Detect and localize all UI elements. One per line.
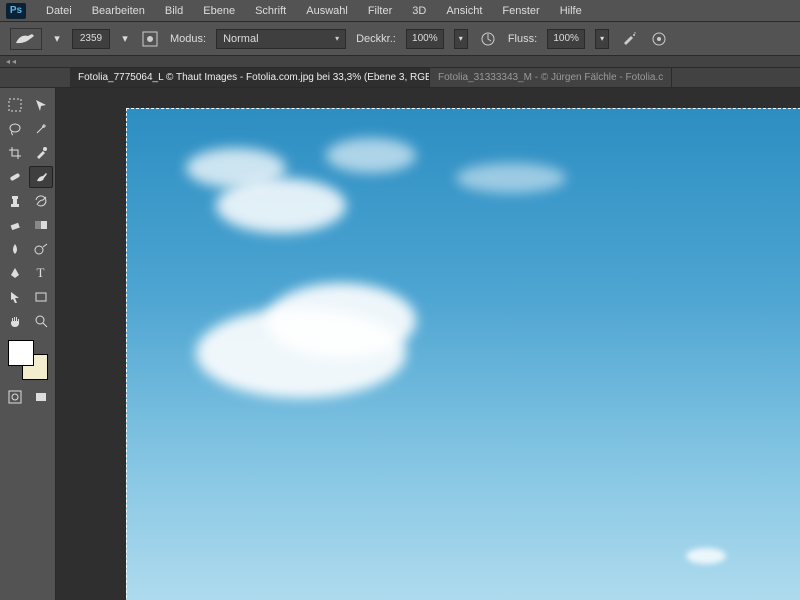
arrow-icon — [8, 290, 22, 304]
workspace: T — [0, 88, 800, 600]
document-canvas[interactable] — [126, 108, 800, 600]
pen-tool[interactable] — [3, 262, 27, 284]
app-logo: Ps — [6, 3, 26, 19]
menu-auswahl[interactable]: Auswahl — [296, 2, 358, 20]
canvas-content — [456, 163, 566, 193]
marquee-icon — [8, 98, 22, 112]
tab-label: Fotolia_31333343_M - © Jürgen Fälchle - … — [438, 72, 663, 83]
history-brush-tool[interactable] — [29, 190, 53, 212]
type-icon: T — [37, 265, 45, 281]
color-swatches[interactable] — [8, 340, 48, 380]
tab-document-1[interactable]: Fotolia_7775064_L © Thaut Images - Fotol… — [70, 68, 430, 87]
flow-field[interactable]: 100% — [547, 29, 585, 49]
menu-filter[interactable]: Filter — [358, 2, 402, 20]
flow-label: Fluss: — [508, 33, 537, 45]
hand-icon — [8, 314, 22, 328]
menu-hilfe[interactable]: Hilfe — [550, 2, 592, 20]
menu-fenster[interactable]: Fenster — [492, 2, 549, 20]
flow-dropdown[interactable]: ▾ — [595, 29, 609, 49]
dodge-tool[interactable] — [29, 238, 53, 260]
blend-mode-select[interactable]: Normal — [216, 29, 346, 49]
dodge-icon — [34, 242, 48, 256]
type-tool[interactable]: T — [29, 262, 53, 284]
opacity-dropdown[interactable]: ▾ — [454, 29, 468, 49]
tablet-pressure-icon — [480, 31, 496, 47]
lasso-icon — [8, 122, 22, 136]
marquee-tool[interactable] — [3, 94, 27, 116]
brush-icon — [14, 32, 38, 46]
blend-mode-value: Normal — [223, 33, 258, 45]
menu-bild[interactable]: Bild — [155, 2, 193, 20]
tools-panel: T — [0, 88, 56, 600]
opacity-label: Deckkr.: — [356, 33, 396, 45]
eyedropper-icon — [34, 146, 48, 160]
opacity-field[interactable]: 100% — [406, 29, 444, 49]
zoom-tool[interactable] — [29, 310, 53, 332]
mode-label: Modus: — [170, 33, 206, 45]
panel-collapse-handle[interactable]: ◂◂ — [0, 56, 800, 68]
crop-tool[interactable] — [3, 142, 27, 164]
pressure-size-toggle[interactable] — [649, 29, 669, 49]
chevron-down-icon[interactable]: ▾ — [52, 32, 62, 45]
menu-bar: Ps Datei Bearbeiten Bild Ebene Schrift A… — [0, 0, 800, 22]
tab-label: Fotolia_7775064_L © Thaut Images - Fotol… — [78, 72, 430, 83]
gradient-tool[interactable] — [29, 214, 53, 236]
bandage-icon — [8, 170, 22, 184]
wand-icon — [34, 122, 48, 136]
canvas-content — [266, 283, 416, 358]
menu-bearbeiten[interactable]: Bearbeiten — [82, 2, 155, 20]
canvas-content — [186, 148, 286, 188]
pen-icon — [8, 266, 22, 280]
brush-icon — [34, 170, 48, 184]
drop-icon — [8, 242, 22, 256]
move-tool[interactable] — [29, 94, 53, 116]
chevron-down-icon[interactable]: ▾ — [120, 32, 130, 45]
crop-icon — [8, 146, 22, 160]
brush-size-field[interactable]: 2359 — [72, 29, 110, 49]
move-icon — [34, 98, 48, 112]
airbrush-icon — [621, 31, 637, 47]
brush-panel-toggle[interactable] — [140, 29, 160, 49]
clone-stamp-tool[interactable] — [3, 190, 27, 212]
menu-ansicht[interactable]: Ansicht — [436, 2, 492, 20]
rectangle-icon — [34, 290, 48, 304]
menu-ebene[interactable]: Ebene — [193, 2, 245, 20]
menu-3d[interactable]: 3D — [402, 2, 436, 20]
path-selection-tool[interactable] — [3, 286, 27, 308]
screen-mode-toggle[interactable] — [29, 386, 53, 408]
eraser-tool[interactable] — [3, 214, 27, 236]
quick-mask-toggle[interactable] — [3, 386, 27, 408]
magic-wand-tool[interactable] — [29, 118, 53, 140]
eyedropper-tool[interactable] — [29, 142, 53, 164]
tablet-size-icon — [651, 31, 667, 47]
pressure-opacity-toggle[interactable] — [478, 29, 498, 49]
brush-panel-icon — [142, 31, 158, 47]
quickmask-icon — [8, 390, 22, 404]
menu-schrift[interactable]: Schrift — [245, 2, 296, 20]
eraser-icon — [8, 218, 22, 232]
gradient-icon — [34, 218, 48, 232]
tool-preset-picker[interactable] — [10, 28, 42, 50]
canvas-content — [326, 138, 416, 173]
canvas-area — [56, 88, 800, 600]
airbrush-toggle[interactable] — [619, 29, 639, 49]
foreground-color-swatch[interactable] — [8, 340, 34, 366]
hand-tool[interactable] — [3, 310, 27, 332]
screenmode-icon — [34, 390, 48, 404]
lasso-tool[interactable] — [3, 118, 27, 140]
stamp-icon — [8, 194, 22, 208]
history-brush-icon — [34, 194, 48, 208]
main-menu: Datei Bearbeiten Bild Ebene Schrift Ausw… — [36, 2, 592, 20]
brush-tool[interactable] — [29, 166, 53, 188]
options-bar: ▾ 2359 ▾ Modus: Normal Deckkr.: 100% ▾ F… — [0, 22, 800, 56]
canvas-content — [686, 548, 726, 564]
document-tabs: Fotolia_7775064_L © Thaut Images - Fotol… — [0, 68, 800, 88]
healing-brush-tool[interactable] — [3, 166, 27, 188]
magnifier-icon — [34, 314, 48, 328]
menu-datei[interactable]: Datei — [36, 2, 82, 20]
rectangle-tool[interactable] — [29, 286, 53, 308]
blur-tool[interactable] — [3, 238, 27, 260]
tab-document-2[interactable]: Fotolia_31333343_M - © Jürgen Fälchle - … — [430, 68, 672, 87]
